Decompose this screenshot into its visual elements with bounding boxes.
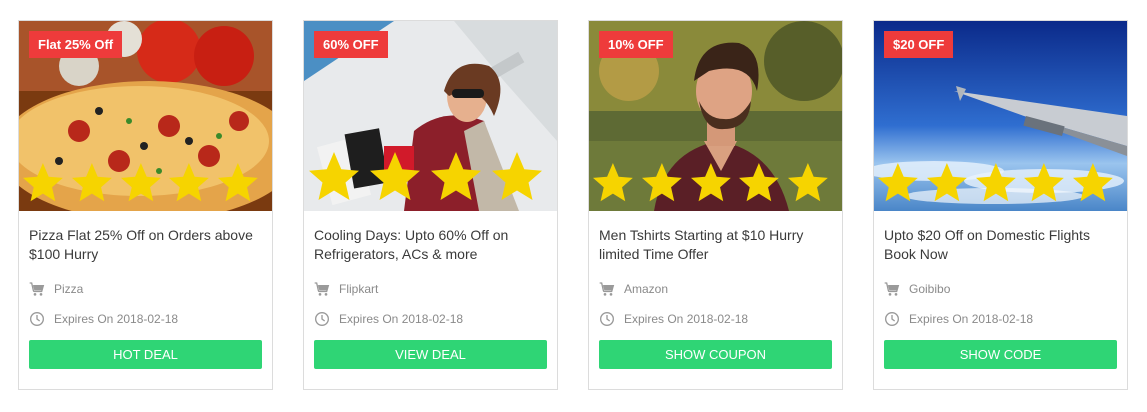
deal-card[interactable]: 60% OFF Cooling Days: Upto 60% Off on Re… (303, 20, 558, 390)
deal-title[interactable]: Cooling Days: Upto 60% Off on Refrigerat… (314, 226, 547, 264)
discount-badge: 60% OFF (314, 31, 388, 58)
expiry-date: Expires On 2018-02-18 (339, 312, 464, 326)
star-icon (641, 163, 682, 202)
expiry-date: Expires On 2018-02-18 (54, 312, 179, 326)
discount-badge: 10% OFF (599, 31, 673, 58)
cart-icon (599, 282, 615, 296)
star-icon (1073, 163, 1114, 202)
clock-icon (315, 312, 329, 326)
deal-title[interactable]: Men Tshirts Starting at $10 Hurry limite… (599, 226, 832, 264)
pizza-image[interactable]: Flat 25% Off (19, 21, 272, 211)
star-icon (788, 163, 829, 202)
shopping-woman-image[interactable]: 60% OFF (304, 21, 557, 211)
hot-deal-button[interactable]: HOT DEAL (29, 340, 262, 369)
deal-expiry: Expires On 2018-02-18 (314, 311, 463, 327)
discount-badge: $20 OFF (884, 31, 954, 58)
store-name: Pizza (54, 282, 84, 296)
star-icon (690, 163, 731, 202)
discount-badge: Flat 25% Off (29, 31, 123, 58)
deal-expiry: Expires On 2018-02-18 (884, 311, 1033, 327)
expiry-date: Expires On 2018-02-18 (624, 312, 749, 326)
star-icon (71, 163, 112, 202)
deal-title[interactable]: Upto $20 Off on Domestic Flights Book No… (884, 226, 1117, 264)
man-tshirt-image[interactable]: 10% OFF (589, 21, 842, 211)
show-coupon-button[interactable]: SHOW COUPON (599, 340, 832, 369)
star-icon (218, 163, 259, 202)
star-icon (926, 163, 967, 202)
star-icon (877, 163, 918, 202)
expiry-date: Expires On 2018-02-18 (909, 312, 1034, 326)
star-icon (739, 163, 780, 202)
rating-stars (304, 147, 547, 207)
show-code-button[interactable]: SHOW CODE (884, 340, 1117, 369)
deal-card[interactable]: $20 OFF Upto $20 Off on Domestic Flights… (873, 20, 1128, 390)
clock-icon (885, 312, 899, 326)
store-name: Amazon (624, 282, 669, 296)
view-deal-button[interactable]: VIEW DEAL (314, 340, 547, 369)
star-icon (1024, 163, 1065, 202)
clock-icon (600, 312, 614, 326)
star-icon (492, 152, 542, 200)
deal-store[interactable]: Flipkart (314, 281, 378, 297)
star-icon (370, 152, 420, 200)
rating-stars (874, 159, 1117, 207)
star-icon (975, 163, 1016, 202)
deal-store[interactable]: Amazon (599, 281, 668, 297)
cart-icon (884, 282, 900, 296)
star-icon (120, 163, 161, 202)
deal-title[interactable]: Pizza Flat 25% Off on Orders above $100 … (29, 226, 262, 264)
clock-icon (30, 312, 44, 326)
rating-stars (589, 159, 832, 207)
rating-stars (19, 159, 262, 207)
star-icon (431, 152, 481, 200)
store-name: Flipkart (339, 282, 379, 296)
airplane-wing-image[interactable]: $20 OFF (874, 21, 1127, 211)
deal-expiry: Expires On 2018-02-18 (29, 311, 178, 327)
star-icon (169, 163, 210, 202)
cart-icon (29, 282, 45, 296)
star-icon (22, 163, 63, 202)
deal-card[interactable]: 10% OFF Men Tshirts Starting at $10 Hurr… (588, 20, 843, 390)
store-name: Goibibo (909, 282, 951, 296)
deal-store[interactable]: Pizza (29, 281, 83, 297)
deal-expiry: Expires On 2018-02-18 (599, 311, 748, 327)
cart-icon (314, 282, 330, 296)
star-icon (592, 163, 633, 202)
star-icon (309, 152, 359, 200)
deal-store[interactable]: Goibibo (884, 281, 950, 297)
deal-card[interactable]: Flat 25% Off Pizza Flat 25% Off on Order… (18, 20, 273, 390)
